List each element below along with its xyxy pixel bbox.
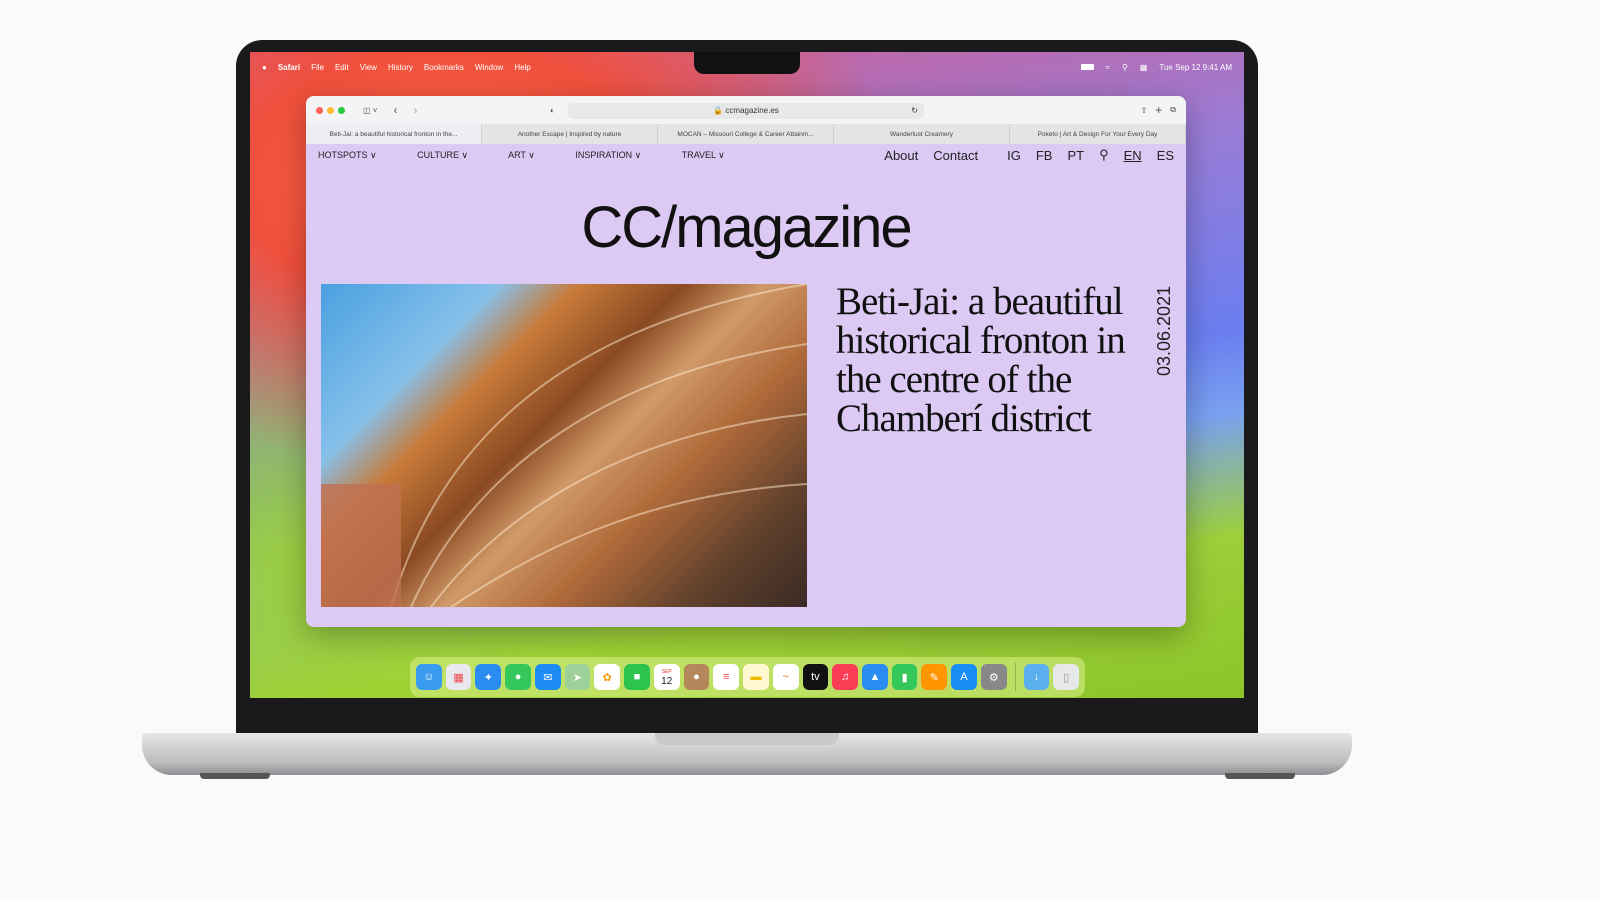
site-logo[interactable]: CC/magazine (306, 194, 1186, 261)
back-icon[interactable]: ‹ (393, 103, 397, 117)
close-button[interactable] (316, 106, 323, 114)
menu-help[interactable]: Help (514, 63, 530, 72)
tab-overview-icon[interactable]: ⧉ (1170, 105, 1176, 115)
music-icon[interactable]: ♫ (832, 664, 859, 690)
dock: ☺ ▦ ✦ ● ✉ ➤ ✿ ■ SEP 12 ● ≡ ▬ ~ tv ♫ ▲ ▮ ✎… (410, 657, 1085, 697)
about-link[interactable]: About (884, 148, 918, 163)
fronton-illustration (321, 284, 807, 607)
laptop-lip (655, 733, 839, 745)
screen: ● Safari File Edit View History Bookmark… (250, 52, 1244, 698)
spotlight-icon[interactable]: ⚲ (1122, 63, 1128, 72)
wifi-icon[interactable]: ≈ (1106, 63, 1110, 72)
tab-mocan[interactable]: MOCAN – Missouri College & Career Attain… (658, 124, 834, 144)
nav-art[interactable]: ART ∨ (508, 150, 535, 160)
browser-toolbar: ◫ ˅ ‹ › ◐ 🔒 ccmagazine.es ↻ ⇧ + ⧉ (306, 96, 1186, 124)
sidebar-icon[interactable]: ◫ ˅ (363, 106, 377, 115)
contacts-icon[interactable]: ● (683, 664, 710, 690)
new-tab-icon[interactable]: + (1155, 103, 1162, 117)
site-nav: HOTSPOTS ∨ CULTURE ∨ ART ∨ INSPIRATION ∨… (306, 144, 1186, 166)
freeform-icon[interactable]: ~ (772, 664, 799, 690)
contact-link[interactable]: Contact (933, 148, 978, 163)
menu-view[interactable]: View (360, 63, 377, 72)
battery-icon[interactable] (1080, 64, 1094, 70)
system-settings-icon[interactable]: ⚙ (980, 664, 1007, 690)
reload-icon[interactable]: ↻ (911, 103, 918, 119)
app-store-icon[interactable]: A (951, 664, 977, 690)
keynote-icon[interactable]: ▲ (862, 664, 888, 690)
tab-bar: Beti-Jai: a beautiful historical fronton… (306, 124, 1186, 144)
menu-file[interactable]: File (311, 63, 324, 72)
search-icon[interactable]: ⚲ (1099, 147, 1109, 163)
address-bar[interactable]: 🔒 ccmagazine.es ↻ (568, 103, 924, 119)
laptop-foot-left (200, 773, 270, 779)
clock[interactable]: Tue Sep 12 9:41 AM (1159, 63, 1232, 72)
instagram-link[interactable]: IG (1007, 148, 1021, 163)
article-title[interactable]: Beti-Jai: a beautiful historical fronton… (836, 282, 1156, 438)
menu-app-name[interactable]: Safari (278, 63, 300, 72)
finder-icon[interactable]: ☺ (416, 664, 442, 690)
article-date: 03.06.2021 (1154, 285, 1174, 376)
maps-icon[interactable]: ➤ (564, 664, 591, 690)
dock-divider (1014, 663, 1016, 691)
trash-icon[interactable]: ▯ (1053, 664, 1080, 690)
safari-window: ◫ ˅ ‹ › ◐ 🔒 ccmagazine.es ↻ ⇧ + ⧉ Beti-Ja… (306, 96, 1186, 627)
pinterest-link[interactable]: PT (1067, 148, 1084, 163)
nav-travel[interactable]: TRAVEL ∨ (682, 150, 725, 160)
tv-icon[interactable]: tv (802, 664, 829, 690)
menu-edit[interactable]: Edit (335, 63, 349, 72)
calendar-day: 12 (661, 676, 673, 687)
nav-inspiration[interactable]: INSPIRATION ∨ (575, 150, 641, 160)
downloads-folder-icon[interactable]: ↓ (1023, 664, 1050, 690)
mail-icon[interactable]: ✉ (534, 664, 561, 690)
url-text: ccmagazine.es (725, 106, 779, 115)
laptop-foot-right (1225, 773, 1295, 779)
pages-icon[interactable]: ✎ (921, 664, 948, 690)
forward-icon[interactable]: › (413, 103, 417, 117)
messages-icon[interactable]: ● (505, 664, 531, 690)
menu-history[interactable]: History (388, 63, 413, 72)
menu-window[interactable]: Window (475, 63, 503, 72)
share-icon[interactable]: ⇧ (1141, 106, 1148, 115)
safari-icon[interactable]: ✦ (475, 664, 502, 690)
tab-beti-jai[interactable]: Beti-Jai: a beautiful historical fronton… (306, 124, 482, 144)
facetime-icon[interactable]: ■ (624, 664, 650, 690)
numbers-icon[interactable]: ▮ (891, 664, 918, 690)
camera-notch (694, 52, 800, 74)
menu-bookmarks[interactable]: Bookmarks (424, 63, 464, 72)
minimize-button[interactable] (327, 106, 334, 114)
nav-hotspots[interactable]: HOTSPOTS ∨ (318, 150, 377, 160)
photos-icon[interactable]: ✿ (594, 664, 621, 690)
article-photo[interactable] (321, 284, 807, 607)
facebook-link[interactable]: FB (1036, 148, 1053, 163)
launchpad-icon[interactable]: ▦ (445, 664, 472, 690)
lang-es[interactable]: ES (1157, 148, 1174, 163)
nav-culture[interactable]: CULTURE ∨ (417, 150, 468, 160)
tab-another-escape[interactable]: Another Escape | Inspired by nature (482, 124, 658, 144)
privacy-shield-icon[interactable]: ◐ (550, 106, 555, 115)
lang-en[interactable]: EN (1124, 148, 1142, 163)
calendar-icon[interactable]: SEP 12 (653, 664, 680, 690)
notes-icon[interactable]: ▬ (743, 664, 769, 690)
tab-wanderlust[interactable]: Wanderlust Creamery (834, 124, 1010, 144)
zoom-button[interactable] (338, 106, 345, 114)
control-center-icon[interactable]: ▦ (1140, 63, 1148, 72)
apple-menu-icon[interactable]: ● (262, 63, 267, 72)
tab-poketo[interactable]: Poketo | Art & Design For Your Every Day (1010, 124, 1186, 144)
reminders-icon[interactable]: ≡ (713, 664, 740, 690)
